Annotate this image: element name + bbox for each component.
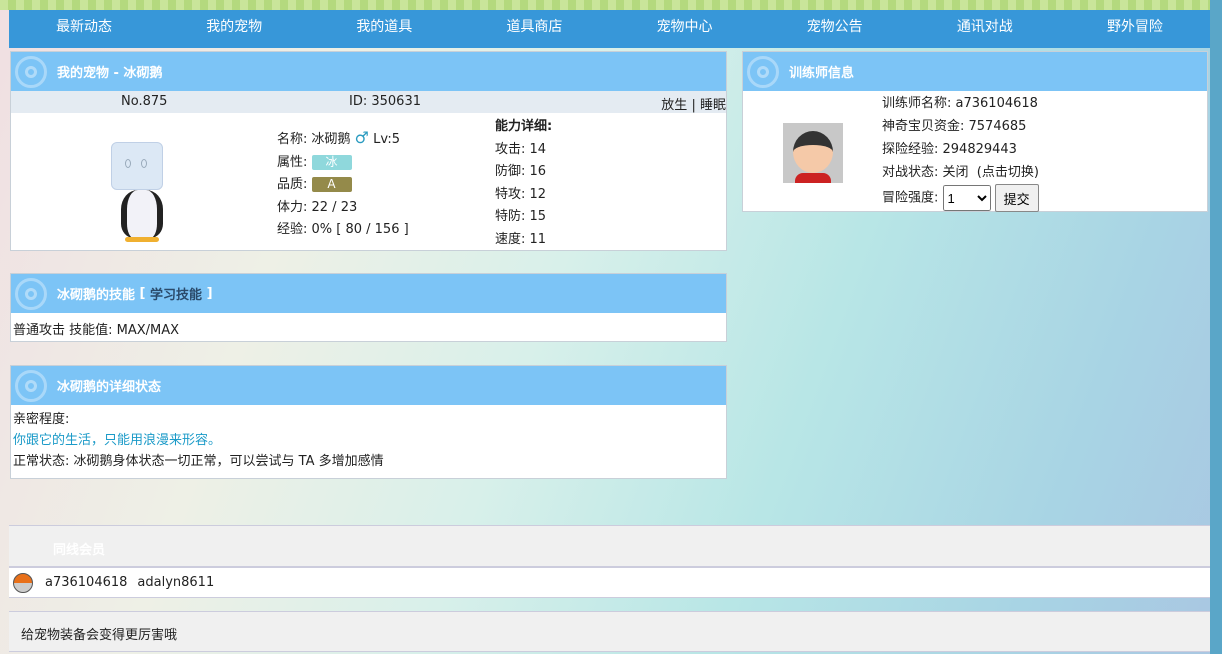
attr-label: 属性: bbox=[277, 154, 312, 170]
nav-pet-center[interactable]: 宠物中心 bbox=[610, 10, 760, 48]
trainer-money: 神奇宝贝资金: 7574685 bbox=[882, 119, 1027, 134]
pet-id: ID: 350631 bbox=[349, 94, 421, 109]
pet-level: Lv:5 bbox=[373, 132, 401, 147]
trainer-name: 训练师名称: a736104618 bbox=[882, 96, 1038, 111]
trainer-exp: 探险经验: 294829443 bbox=[882, 142, 1017, 157]
trainer-avatar bbox=[783, 123, 843, 183]
trainer-title: 训练师信息 bbox=[789, 66, 855, 81]
pet-name: 冰砌鹅 bbox=[311, 132, 351, 147]
online-members-header: 同线会员 bbox=[9, 525, 1210, 567]
battle-toggle-link[interactable]: (点击切换) bbox=[977, 165, 1039, 180]
stats-title: 能力详细: bbox=[495, 119, 553, 134]
pokeball-icon bbox=[747, 55, 779, 88]
stat-defense: 防御: 16 bbox=[495, 164, 547, 179]
pet-panel-title: 我的宠物 - 冰砌鹅 bbox=[57, 66, 163, 81]
nav-battle[interactable]: 通讯对战 bbox=[910, 10, 1060, 48]
scrollbar[interactable] bbox=[1210, 0, 1222, 654]
battle-label: 对战状态: bbox=[882, 165, 943, 180]
status-title: 冰砌鹅的详细状态 bbox=[57, 380, 162, 395]
main-nav: 最新动态 我的宠物 我的道具 道具商店 宠物中心 宠物公告 通讯对战 野外冒险 bbox=[9, 10, 1210, 48]
intensity-label: 冒险强度: bbox=[882, 190, 943, 206]
pet-image bbox=[111, 137, 175, 247]
online-title: 同线会员 bbox=[53, 543, 106, 558]
nav-latest[interactable]: 最新动态 bbox=[9, 10, 159, 48]
pet-hp: 体力: 22 / 23 bbox=[277, 199, 358, 215]
intimacy-text: 你跟它的生活，只能用浪漫来形容。 bbox=[13, 433, 222, 448]
intimacy-label: 亲密程度: bbox=[13, 412, 70, 427]
status-panel: 冰砌鹅的详细状态 亲密程度: 你跟它的生活，只能用浪漫来形容。 正常状态: 冰砌… bbox=[10, 365, 727, 479]
stat-speed: 速度: 11 bbox=[495, 231, 547, 247]
nav-announcements[interactable]: 宠物公告 bbox=[760, 10, 910, 48]
trainer-panel: 训练师信息 训练师名称: a736104618 神奇宝贝资金: 7574685 … bbox=[742, 51, 1208, 212]
sleep-link[interactable]: 睡眠 bbox=[700, 98, 726, 113]
bracket: ] bbox=[206, 286, 213, 301]
skill-item: 普通攻击 技能值: MAX/MAX bbox=[13, 323, 180, 338]
quality-badge: A bbox=[311, 177, 352, 192]
top-banner bbox=[0, 0, 1222, 10]
nav-shop[interactable]: 道具商店 bbox=[459, 10, 609, 48]
battle-status: 关闭 bbox=[942, 165, 969, 180]
stat-sp-defense: 特防: 15 bbox=[495, 209, 547, 224]
online-members-list: a736104618 adalyn8611 bbox=[9, 567, 1210, 598]
male-icon: ♂ bbox=[354, 128, 370, 147]
intensity-select[interactable]: 1 bbox=[942, 185, 991, 211]
pet-number: No.875 bbox=[121, 94, 168, 109]
pokeball-icon bbox=[15, 277, 47, 310]
status-header: 冰砌鹅的详细状态 bbox=[11, 366, 726, 405]
submit-button[interactable]: 提交 bbox=[994, 184, 1039, 212]
member-link[interactable]: adalyn8611 bbox=[137, 575, 214, 590]
nav-my-pets[interactable]: 我的宠物 bbox=[159, 10, 309, 48]
skills-title: 冰砌鹅的技能 bbox=[57, 288, 136, 303]
tip-text: 给宠物装备会变得更厉害哦 bbox=[21, 628, 178, 643]
pet-info: 名称: 冰砌鹅 ♂ Lv:5 属性: 冰 品质: A 体力: 22 / 23 经… bbox=[277, 127, 409, 242]
normal-status: 正常状态: 冰砌鹅身体状态一切正常，可以尝试与 TA 多增加感情 bbox=[13, 454, 384, 469]
tip-bar: 给宠物装备会变得更厉害哦 bbox=[9, 611, 1210, 652]
stat-sp-attack: 特攻: 12 bbox=[495, 186, 547, 202]
member-link[interactable]: a736104618 bbox=[45, 575, 127, 590]
separator: | bbox=[691, 98, 696, 113]
name-label: 名称: bbox=[277, 132, 312, 147]
skills-panel: 冰砌鹅的技能 [ 学习技能 ] 普通攻击 技能值: MAX/MAX bbox=[10, 273, 727, 342]
pet-exp: 经验: 0% [ 80 / 156 ] bbox=[277, 222, 409, 237]
release-link[interactable]: 放生 bbox=[661, 98, 687, 113]
nav-my-items[interactable]: 我的道具 bbox=[309, 10, 459, 48]
bracket: [ bbox=[139, 286, 146, 301]
learn-skill-link[interactable]: 学习技能 bbox=[150, 284, 202, 303]
pokeball-icon bbox=[13, 572, 33, 593]
stat-attack: 攻击: 14 bbox=[495, 141, 547, 157]
trainer-header: 训练师信息 bbox=[743, 52, 1207, 91]
skills-header: 冰砌鹅的技能 [ 学习技能 ] bbox=[11, 274, 726, 313]
pet-stats: 能力详细: 攻击: 14 防御: 16 特攻: 12 特防: 15 速度: 11 bbox=[495, 116, 552, 251]
pokeball-icon bbox=[15, 55, 47, 88]
pet-panel-header: 我的宠物 - 冰砌鹅 bbox=[11, 52, 726, 91]
attr-badge: 冰 bbox=[311, 154, 352, 170]
pet-panel: 我的宠物 - 冰砌鹅 No.875 ID: 350631 放生 | 睡眠 名称:… bbox=[10, 51, 727, 251]
pet-subheader: No.875 ID: 350631 放生 | 睡眠 bbox=[11, 91, 726, 113]
nav-adventure[interactable]: 野外冒险 bbox=[1060, 10, 1210, 48]
pokeball-icon bbox=[15, 369, 47, 402]
quality-label: 品质: bbox=[277, 177, 312, 192]
